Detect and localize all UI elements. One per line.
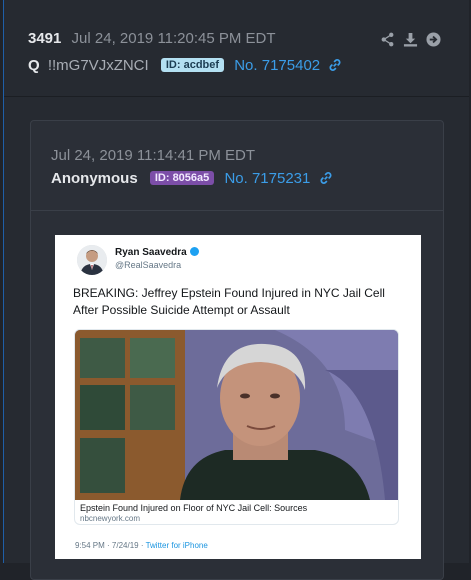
post-number: 3491 [28, 30, 62, 47]
share-icon[interactable] [380, 32, 395, 47]
link-icon[interactable] [328, 58, 342, 72]
post-date: Jul 24, 2019 11:20:45 PM EDT [71, 30, 276, 47]
divider [4, 96, 469, 97]
tweet-source: Twitter for iPhone [145, 541, 208, 550]
post-author-line: Q !!mG7VJxZNCI ID: acdbef No. 7175402 [28, 57, 342, 74]
quoted-author-name: Anonymous [51, 170, 138, 187]
quoted-id-badge[interactable]: ID: 8056a5 [149, 171, 215, 185]
avatar [77, 245, 107, 275]
id-badge[interactable]: ID: acdbef [160, 58, 225, 72]
tripcode: !!mG7VJxZNCI [47, 57, 149, 74]
card-photo [75, 330, 398, 500]
tweet-author-name: Ryan Saavedra [115, 247, 199, 258]
link-icon[interactable] [319, 171, 333, 185]
q-post: 3491 Jul 24, 2019 11:20:45 PM EDT Q !!mG… [3, 0, 469, 580]
quoted-post: Jul 24, 2019 11:14:41 PM EDT Anonymous I… [30, 120, 444, 580]
divider [31, 210, 443, 211]
quoted-post-header: Jul 24, 2019 11:14:41 PM EDT [51, 147, 255, 164]
author-name: Q [28, 57, 40, 74]
tweet-timestamp: 9:54 PM · 7/24/19 · [75, 541, 146, 550]
quoted-post-link[interactable]: No. 7175231 [224, 170, 310, 187]
tweet-text: BREAKING: Jeffrey Epstein Found Injured … [73, 286, 385, 317]
card-domain: nbcnewyork.com [80, 514, 141, 523]
quoted-author-line: Anonymous ID: 8056a5 No. 7175231 [51, 170, 333, 187]
post-link[interactable]: No. 7175402 [234, 57, 320, 74]
tweet-handle: @RealSaavedra [115, 260, 182, 270]
tweet-screenshot-image[interactable]: Ryan Saavedra @RealSaavedra BREAKING: Je… [55, 235, 421, 559]
tweet-link-card: Epstein Found Injured on Floor of NYC Ja… [74, 329, 399, 525]
verified-icon [189, 247, 199, 256]
quoted-post-date: Jul 24, 2019 11:14:41 PM EDT [51, 147, 256, 164]
download-icon[interactable] [403, 32, 418, 47]
post-header: 3491 Jul 24, 2019 11:20:45 PM EDT [28, 30, 276, 47]
arrow-right-circle-icon[interactable] [426, 32, 441, 47]
tweet-footer: 9:54 PM · 7/24/19 · Twitter for iPhone [75, 541, 208, 550]
card-title: Epstein Found Injured on Floor of NYC Ja… [80, 503, 308, 513]
post-actions [380, 32, 441, 47]
